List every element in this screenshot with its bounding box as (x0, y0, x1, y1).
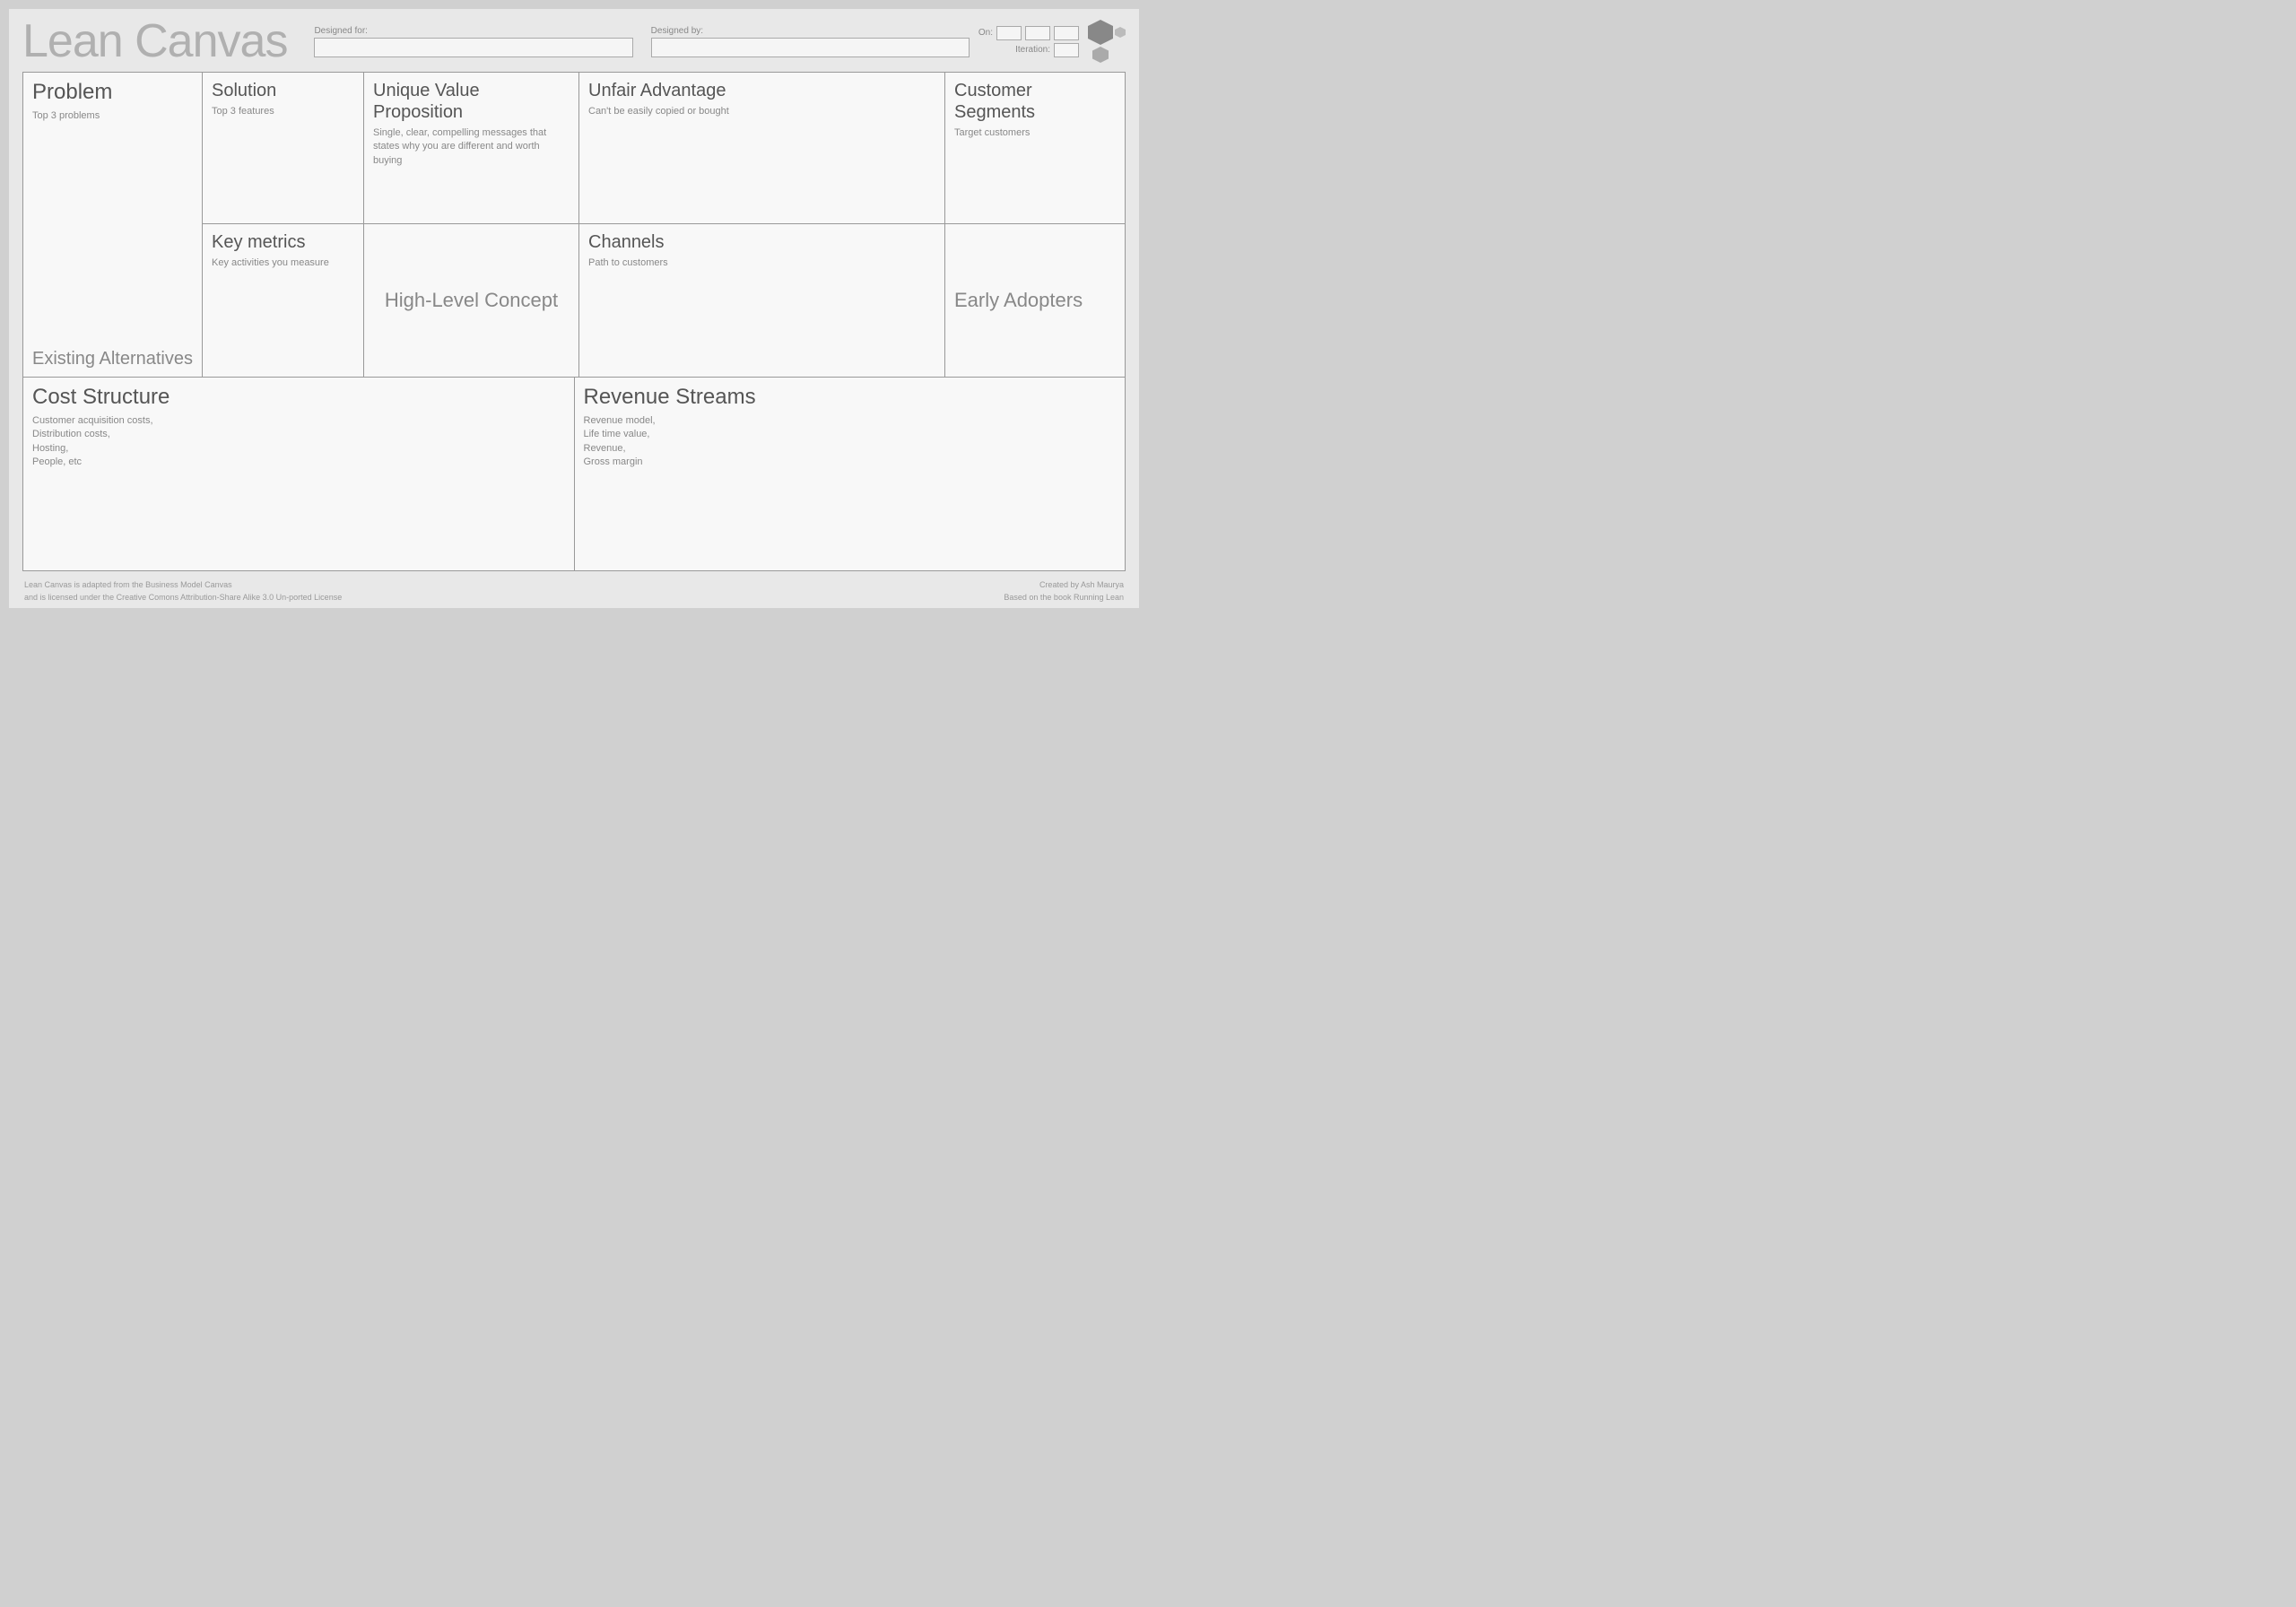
cell-channels: Channels Path to customers (579, 224, 944, 377)
customer-title: Customer Segments (954, 80, 1116, 123)
revenue-subtitle: Revenue model, Life time value, Revenue,… (584, 414, 1117, 470)
footer-left-line2: and is licensed under the Creative Comon… (24, 592, 342, 604)
designed-by-label: Designed by: (651, 26, 970, 36)
footer-right: Created by Ash Maurya Based on the book … (1004, 579, 1124, 604)
solution-subtitle: Top 3 features (212, 105, 354, 118)
designed-by-group: Designed by: (651, 26, 970, 57)
cell-unfair-channels: Unfair Advantage Can't be easily copied … (579, 73, 945, 377)
hex-col-1 (1088, 20, 1113, 63)
cell-early: Early Adopters (945, 224, 1125, 377)
designed-for-group: Designed for: (314, 26, 632, 57)
hex-col-2 (1115, 20, 1126, 38)
key-metrics-subtitle: Key activities you measure (212, 256, 354, 270)
year-field[interactable] (1054, 26, 1079, 40)
hex-small (1092, 47, 1109, 63)
cell-high-level: High-Level Concept (364, 224, 578, 377)
cell-uvp-concept: Unique Value Proposition Single, clear, … (364, 73, 579, 377)
footer-left-line1: Lean Canvas is adapted from the Business… (24, 579, 342, 592)
cell-uvp: Unique Value Proposition Single, clear, … (364, 73, 578, 224)
hex-tiny (1115, 27, 1126, 38)
iteration-field[interactable] (1054, 43, 1079, 57)
high-level-text: High-Level Concept (385, 289, 558, 312)
page-wrapper: Lean Canvas Designed for: Designed by: O… (9, 9, 1139, 608)
cost-title: Cost Structure (32, 385, 565, 411)
header-fields: Designed for: Designed by: (314, 26, 969, 57)
early-text: Early Adopters (954, 289, 1083, 312)
problem-title: Problem (32, 80, 193, 106)
cell-problem: Problem Top 3 problems Existing Alternat… (23, 73, 203, 377)
designed-for-label: Designed for: (314, 26, 632, 36)
cell-cost: Cost Structure Customer acquisition cost… (23, 378, 575, 570)
channels-subtitle: Path to customers (588, 256, 935, 270)
iteration-row: Iteration: (1015, 43, 1079, 57)
month-field[interactable] (1025, 26, 1050, 40)
cell-unfair: Unfair Advantage Can't be easily copied … (579, 73, 944, 224)
page-title: Lean Canvas (22, 18, 287, 65)
problem-subtitle: Top 3 problems (32, 109, 193, 123)
header-right: On: Iteration: (978, 26, 1079, 57)
designed-for-input[interactable] (314, 38, 632, 57)
hex-group (1088, 20, 1126, 63)
hex-large (1088, 20, 1113, 45)
cell-solution: Solution Top 3 features (203, 73, 363, 224)
uvp-subtitle: Single, clear, compelling messages that … (373, 126, 570, 168)
footer: Lean Canvas is adapted from the Business… (22, 575, 1126, 604)
uvp-title: Unique Value Proposition (373, 80, 570, 123)
customer-subtitle: Target customers (954, 126, 1116, 140)
footer-left: Lean Canvas is adapted from the Business… (24, 579, 342, 604)
cell-key-metrics: Key metrics Key activities you measure (203, 224, 363, 377)
cell-solution-metrics: Solution Top 3 features Key metrics Key … (203, 73, 364, 377)
designed-by-input[interactable] (651, 38, 970, 57)
header: Lean Canvas Designed for: Designed by: O… (22, 18, 1126, 65)
footer-right-line2: Based on the book Running Lean (1004, 592, 1124, 604)
canvas-bottom-row: Cost Structure Customer acquisition cost… (23, 378, 1125, 570)
lean-canvas: Problem Top 3 problems Existing Alternat… (22, 72, 1126, 571)
solution-title: Solution (212, 80, 354, 101)
cost-subtitle: Customer acquisition costs, Distribution… (32, 414, 565, 470)
unfair-title: Unfair Advantage (588, 80, 935, 101)
date-row: On: (978, 26, 1079, 40)
iteration-label: Iteration: (1015, 45, 1050, 55)
cell-customer: Customer Segments Target customers (945, 73, 1125, 224)
unfair-subtitle: Can't be easily copied or bought (588, 105, 935, 118)
key-metrics-title: Key metrics (212, 231, 354, 253)
problem-alt-text: Existing Alternatives (32, 349, 193, 369)
cell-customer-early: Customer Segments Target customers Early… (945, 73, 1125, 377)
footer-right-line1: Created by Ash Maurya (1004, 579, 1124, 592)
canvas-top-row: Problem Top 3 problems Existing Alternat… (23, 73, 1125, 378)
day-field[interactable] (996, 26, 1022, 40)
on-label: On: (978, 28, 993, 38)
cell-revenue: Revenue Streams Revenue model, Life time… (575, 378, 1126, 570)
channels-title: Channels (588, 231, 935, 253)
revenue-title: Revenue Streams (584, 385, 1117, 411)
